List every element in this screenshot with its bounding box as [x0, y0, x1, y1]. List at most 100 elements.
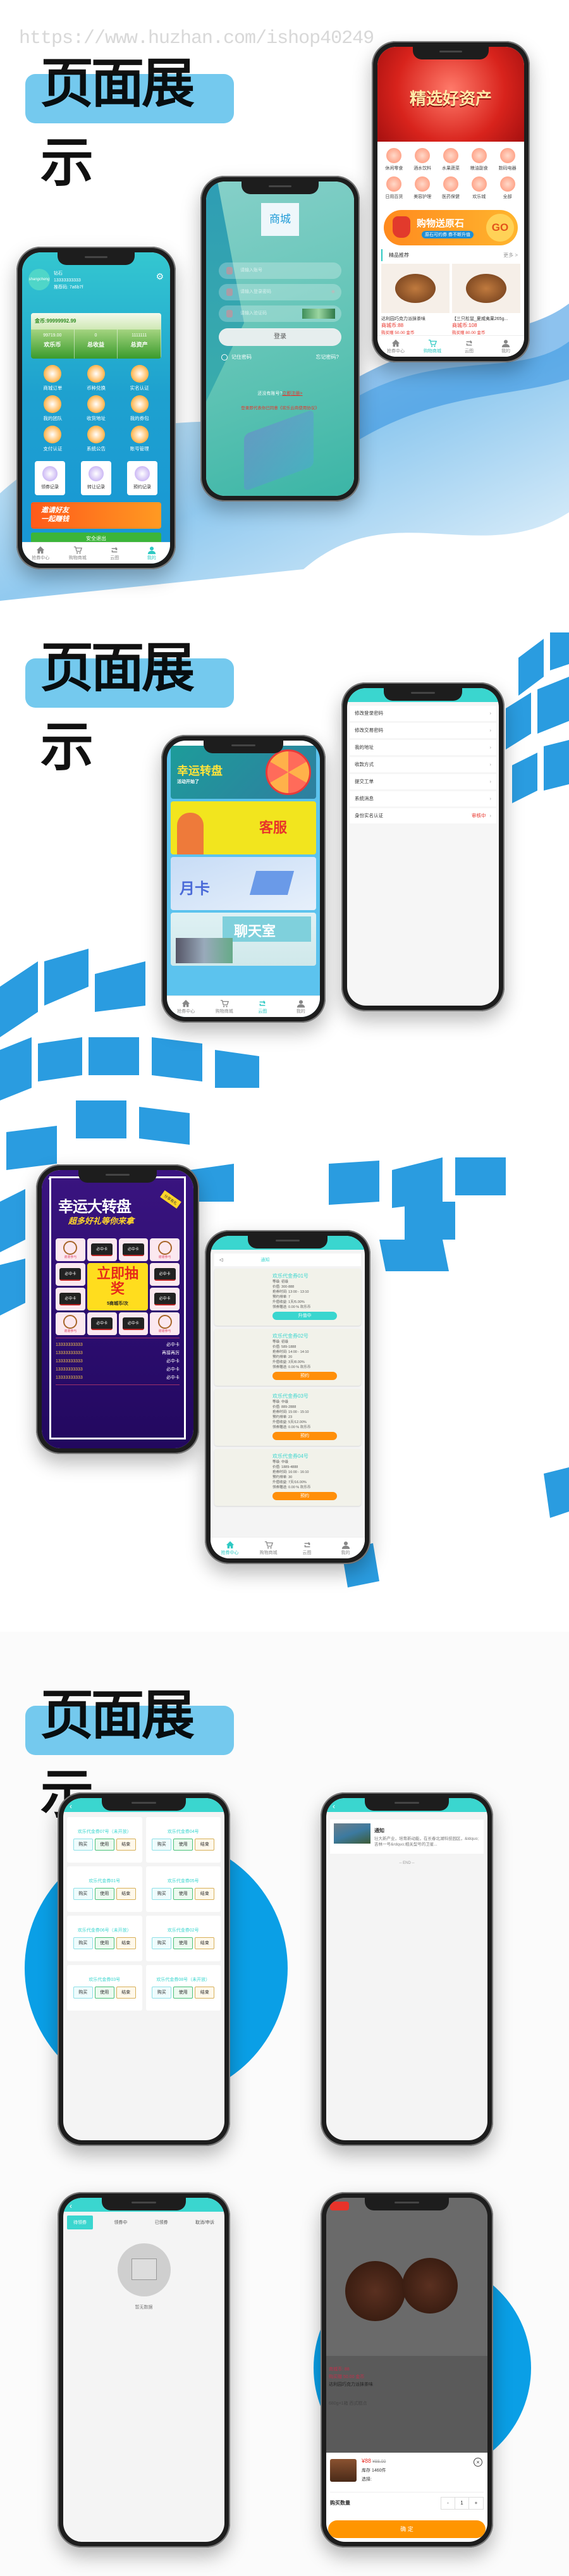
end-button[interactable]: 结束 — [195, 1987, 215, 1999]
tab-in-progress[interactable]: 领券中 — [107, 2215, 133, 2229]
settings-gear-icon[interactable]: ⚙ — [156, 271, 164, 282]
tab-received[interactable]: 已领券 — [149, 2215, 174, 2229]
product-card[interactable]: 【三只松鼠_夏威夷果265g... 商城币:108 购买赠 80.00 金币 — [452, 264, 520, 335]
tab-mine[interactable]: 我的 — [133, 543, 171, 564]
settings-item[interactable]: 修改交易密码 › — [350, 723, 496, 738]
user-menu-item[interactable]: 币种兑换 — [75, 365, 118, 391]
category-item[interactable]: 粮油副食 — [465, 148, 493, 171]
buy-button[interactable]: 购买 — [152, 1839, 172, 1851]
agreement-link[interactable]: 登录即代表你已同意《欢乐云商使用协议》 — [206, 404, 354, 410]
use-button[interactable]: 使用 — [173, 1987, 193, 1999]
draw-button[interactable]: 立即抽奖 5商城币/次 — [87, 1263, 149, 1310]
buy-button[interactable]: 购买 — [152, 1987, 172, 1999]
tab-shop[interactable]: 购物商城 — [59, 543, 97, 564]
more-link[interactable]: 更多 > — [503, 252, 518, 259]
buy-button[interactable]: 购买 — [73, 1839, 93, 1851]
tab-shop[interactable]: 购物商城 — [205, 996, 244, 1017]
promo-banner[interactable]: 精选好资产 — [377, 47, 524, 142]
monthly-card-banner[interactable]: 月卡 — [171, 857, 316, 910]
record-card[interactable]: 领券记录 — [35, 461, 65, 495]
category-item[interactable]: 水果蔬菜 — [437, 148, 465, 171]
buy-button[interactable]: 购买 — [73, 1888, 93, 1900]
use-button[interactable]: 使用 — [173, 1937, 193, 1949]
tab-shop[interactable]: 购物商城 — [249, 1538, 288, 1558]
settings-item[interactable]: 修改登录密码 › — [350, 706, 496, 721]
back-icon[interactable]: ‹ — [70, 1802, 72, 1811]
shopping-promo-banner[interactable]: 购物送原石 原石可约券 券不断升值 GO — [384, 210, 518, 245]
avatar[interactable]: shangcheng — [28, 269, 50, 290]
user-menu-item[interactable]: 商城订单 — [31, 365, 75, 391]
tab-pending[interactable]: 待领券 — [67, 2215, 93, 2229]
user-menu-item[interactable]: 系统公告 — [75, 426, 118, 452]
captcha-image[interactable] — [302, 309, 335, 319]
category-item[interactable]: 休闲零食 — [380, 148, 408, 171]
tab-cloud[interactable]: 云图 — [243, 996, 282, 1017]
close-icon[interactable]: × — [474, 2458, 482, 2467]
settings-item[interactable]: 系统消息 › — [350, 791, 496, 806]
settings-item[interactable]: 提交工单 › — [350, 774, 496, 789]
chat-room-banner[interactable]: 聊天室 — [171, 913, 316, 966]
quantity-input[interactable]: 1 — [455, 2498, 469, 2509]
tab-cancel-appeal[interactable]: 取消/申诉 — [189, 2215, 221, 2229]
lucky-wheel-banner[interactable]: 幸运转盘 活动开始了 — [171, 746, 316, 799]
use-button[interactable]: 使用 — [94, 1888, 114, 1900]
captcha-input[interactable]: 请输入验证码 — [219, 305, 341, 322]
user-menu-item[interactable]: 支付认证 — [31, 426, 75, 452]
buy-button[interactable]: 购买 — [152, 1937, 172, 1949]
tab-cloud[interactable]: 云图 — [288, 1538, 326, 1558]
tab-cloud[interactable]: 云图 — [451, 336, 487, 357]
use-button[interactable]: 使用 — [173, 1888, 193, 1900]
user-menu-item[interactable]: 账号管理 — [118, 426, 161, 452]
remember-checkbox[interactable]: 记住密码 — [221, 354, 252, 361]
increment-button[interactable]: + — [469, 2498, 483, 2509]
notice-item[interactable]: 通知 壮大新产业，培育新动能，在长春北湖科技园区，&ldquo;吉林一号&rdqu… — [330, 1820, 484, 1854]
password-input[interactable]: 请输入登录密码 ◉ — [219, 284, 341, 300]
coupon-action-button[interactable]: 预约 — [272, 1372, 337, 1380]
product-image-carousel[interactable] — [326, 2198, 487, 2356]
tab-cloud[interactable]: 云图 — [96, 543, 133, 564]
end-button[interactable]: 结束 — [195, 1839, 215, 1851]
end-button[interactable]: 结束 — [195, 1937, 215, 1949]
tab-mine[interactable]: 我的 — [326, 1538, 365, 1558]
use-button[interactable]: 使用 — [173, 1839, 193, 1851]
end-button[interactable]: 结束 — [195, 1888, 215, 1900]
settings-item[interactable]: 收款方式 › — [350, 757, 496, 772]
back-icon[interactable]: ‹ — [333, 1802, 335, 1811]
tab-coupon-center[interactable]: 抢券中心 — [211, 1538, 249, 1558]
tab-mine[interactable]: 我的 — [282, 996, 321, 1017]
tab-coupon-center[interactable]: 抢券中心 — [377, 336, 414, 357]
category-item[interactable]: 美容护理 — [408, 176, 437, 200]
login-button[interactable]: 登录 — [219, 328, 341, 346]
record-card[interactable]: 预约记录 — [127, 461, 157, 495]
category-item[interactable]: 全部 — [493, 176, 522, 200]
category-item[interactable]: 欢乐城 — [465, 176, 493, 200]
user-menu-item[interactable]: 实名认证 — [118, 365, 161, 391]
end-button[interactable]: 结束 — [116, 1888, 136, 1900]
invite-friends-banner[interactable]: 邀请好友 一起赚钱 — [31, 502, 161, 529]
use-button[interactable]: 使用 — [94, 1839, 114, 1851]
confirm-button[interactable]: 确 定 — [328, 2520, 486, 2538]
settings-item[interactable]: 我的地址 › — [350, 740, 496, 755]
end-button[interactable]: 结束 — [116, 1937, 136, 1949]
user-menu-item[interactable]: 我的券包 — [118, 395, 161, 422]
product-card[interactable]: 达利园巧克力派抹茶味 商城币:88 购买赠 50.00 金币 — [381, 264, 450, 335]
back-icon[interactable]: ‹ — [48, 1174, 51, 1183]
account-input[interactable]: 请输入账号 — [219, 262, 341, 279]
go-button[interactable]: GO — [486, 214, 514, 242]
coupon-action-button[interactable]: 预约 — [272, 1432, 337, 1440]
tab-coupon-center[interactable]: 抢券中心 — [167, 996, 205, 1017]
back-icon[interactable]: ‹ — [70, 2202, 72, 2210]
tab-mine[interactable]: 我的 — [487, 336, 524, 357]
eye-icon[interactable]: ◉ — [331, 284, 335, 300]
category-item[interactable]: 酒水饮料 — [408, 148, 437, 171]
settings-item[interactable]: 身份实名认证 审核中 › — [350, 808, 496, 823]
user-menu-item[interactable]: 收货地址 — [75, 395, 118, 422]
category-item[interactable]: 医药保健 — [437, 176, 465, 200]
tab-shop[interactable]: 购物商城 — [414, 336, 451, 357]
record-card[interactable]: 转让记录 — [81, 461, 111, 495]
category-item[interactable]: 数码电器 — [493, 148, 522, 171]
decrement-button[interactable]: - — [441, 2498, 455, 2509]
register-link[interactable]: 立即注册> — [282, 391, 302, 396]
quantity-stepper[interactable]: - 1 + — [441, 2497, 484, 2510]
customer-service-banner[interactable]: 客服 — [171, 801, 316, 854]
